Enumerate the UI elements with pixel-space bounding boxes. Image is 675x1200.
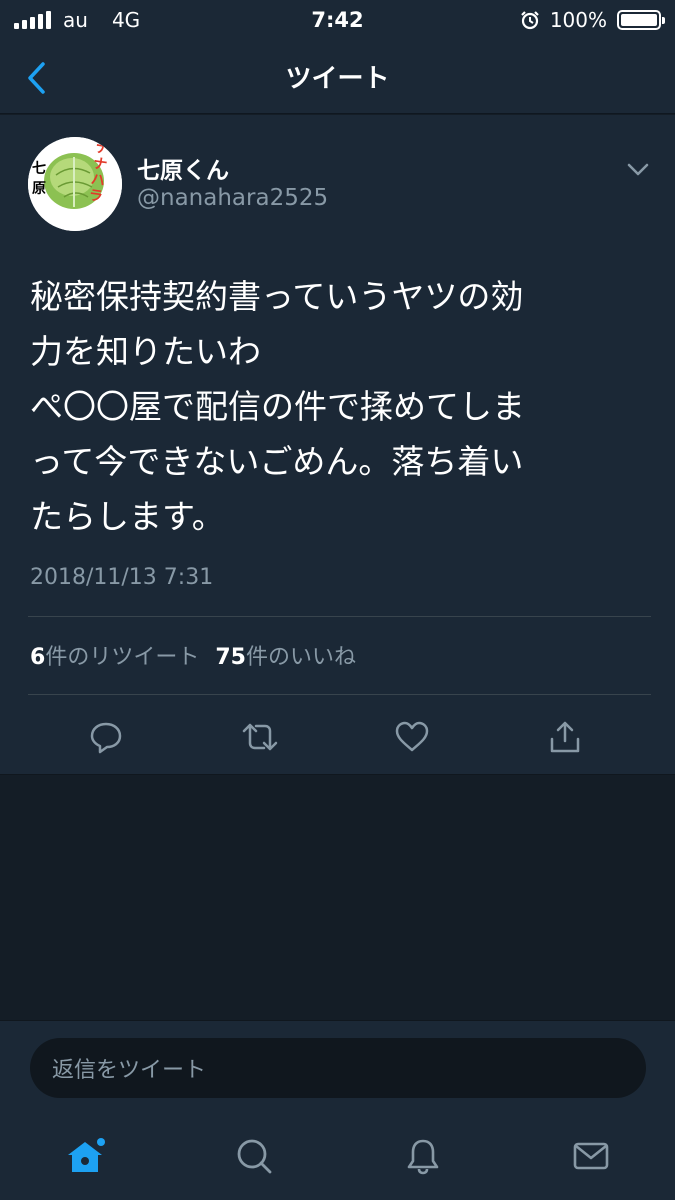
page-title: ツイート	[285, 64, 390, 94]
tweet-text-line: たらします。	[30, 497, 225, 536]
status-right: 100%	[520, 8, 665, 32]
tab-search[interactable]	[232, 1134, 276, 1178]
like-button[interactable]	[390, 715, 434, 759]
carrier-label: au	[63, 8, 88, 32]
status-bar: au 4G 7:42 100%	[0, 0, 675, 40]
battery-percent: 100%	[549, 8, 607, 32]
avatar[interactable]: 七原 ナナハラ	[28, 137, 122, 231]
tweet-menu-button[interactable]	[623, 157, 653, 181]
battery-icon	[617, 10, 665, 30]
signal-icon	[14, 11, 51, 29]
like-count-link[interactable]: 75件のいいね	[215, 639, 356, 671]
tab-bar	[0, 1116, 675, 1200]
like-label: 件のいいね	[245, 645, 356, 670]
avatar-text-left: 七原	[32, 161, 46, 197]
reply-bar: 返信をツイート	[0, 1020, 675, 1116]
like-count: 75	[215, 645, 246, 670]
tweet-timestamp: 2018/11/13 7:31	[30, 565, 214, 590]
divider	[28, 616, 651, 617]
tweet-text-line: って今できないごめん。落ち着い	[30, 442, 524, 481]
reply-button[interactable]	[84, 715, 128, 759]
retweet-button[interactable]	[238, 715, 282, 759]
tweet-text: 秘密保持契約書っていうヤツの効 力を知りたいわ ぺ〇〇屋で配信の件で揉めてしま …	[30, 269, 650, 544]
share-button[interactable]	[543, 715, 587, 759]
retweet-icon	[242, 723, 278, 751]
author-name[interactable]: 七原くん	[137, 151, 229, 185]
home-icon	[68, 1138, 105, 1172]
tab-home[interactable]	[63, 1134, 107, 1178]
network-label: 4G	[111, 8, 141, 32]
tweet-text-line: 力を知りたいわ	[30, 332, 261, 371]
tab-messages[interactable]	[569, 1134, 613, 1178]
tweet-actions	[0, 715, 675, 759]
alarm-icon	[521, 11, 539, 30]
nav-bar: ツイート	[0, 40, 675, 114]
reply-icon	[90, 722, 122, 754]
divider	[28, 694, 651, 695]
tweet-text-line: ぺ〇〇屋で配信の件で揉めてしま	[30, 387, 525, 426]
tab-notifications[interactable]	[401, 1134, 445, 1178]
tweet-stats: 6件のリツイート 75件のいいね	[30, 639, 356, 671]
share-icon	[550, 721, 580, 753]
author-handle[interactable]: @nanahara2525	[137, 185, 328, 211]
battery-fill	[621, 14, 657, 26]
retweet-label: 件のリツイート	[45, 645, 200, 670]
retweet-count-link[interactable]: 6件のリツイート	[30, 639, 199, 671]
status-left: au 4G	[14, 8, 140, 32]
chevron-left-icon	[28, 62, 45, 94]
back-button[interactable]	[18, 58, 54, 98]
reply-input[interactable]: 返信をツイート	[30, 1038, 646, 1098]
chevron-down-icon	[627, 163, 649, 176]
bell-icon	[407, 1139, 439, 1175]
retweet-count: 6	[30, 645, 46, 670]
heart-icon	[395, 721, 429, 752]
search-icon	[237, 1139, 272, 1174]
tweet-text-line: 秘密保持契約書っていうヤツの効	[30, 277, 524, 316]
tweet-detail: 七原 ナナハラ 七原くん @nanahara2525 秘密保持契約書っていうヤツ…	[0, 115, 675, 775]
mail-icon	[573, 1142, 609, 1170]
